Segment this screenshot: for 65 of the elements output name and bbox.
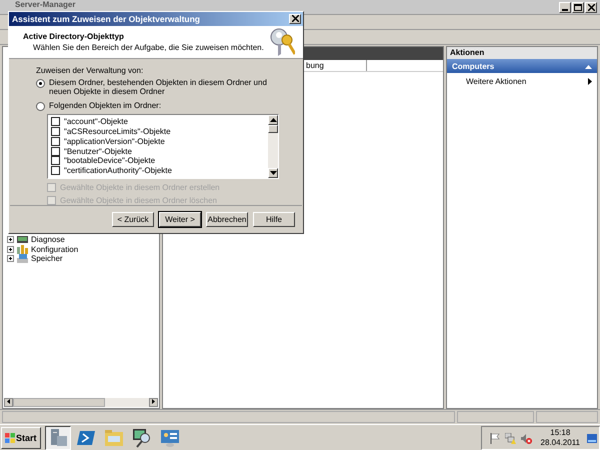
monitor-icon — [17, 235, 28, 244]
tools-icon — [17, 244, 28, 254]
radio-label[interactable]: Folgenden Objekten im Ordner: — [49, 100, 284, 110]
close-button[interactable] — [289, 14, 301, 24]
radio-button[interactable] — [36, 78, 45, 88]
wizard-button[interactable]: < Zurück — [112, 212, 154, 227]
wizard-button[interactable]: Hilfe — [253, 212, 295, 227]
submenu-arrow-icon — [588, 78, 592, 85]
windows-logo-icon — [5, 433, 15, 443]
list-item[interactable]: "Benutzer"-Objekte — [64, 146, 132, 156]
wizard-button[interactable]: Abbrechen — [206, 212, 248, 227]
tree-item[interactable]: Konfiguration — [31, 244, 78, 254]
control-panel-icon — [160, 428, 180, 448]
vertical-scrollbar[interactable] — [268, 114, 278, 178]
checkbox[interactable] — [51, 156, 60, 166]
powershell-icon — [76, 428, 96, 448]
taskbar-app-button[interactable] — [44, 426, 71, 450]
maximize-button[interactable] — [572, 2, 584, 13]
dialog-title: Assistent zum Zuweisen der Objektverwaltung — [12, 14, 200, 24]
down-arrow-icon — [270, 170, 276, 175]
collapse-icon[interactable] — [585, 64, 592, 68]
list-item[interactable]: "certificationAuthority"-Objekte — [64, 166, 172, 176]
folder-icon — [104, 428, 124, 448]
column-header[interactable]: bung — [306, 60, 367, 71]
magnifier-monitor-icon — [132, 428, 152, 448]
maximize-icon — [574, 4, 582, 11]
tree-item[interactable]: Diagnose — [31, 235, 65, 244]
wizard-button[interactable]: Weiter > — [159, 212, 201, 227]
expand-icon[interactable] — [7, 246, 14, 253]
show-desktop-icon[interactable] — [587, 434, 597, 442]
close-icon — [588, 4, 594, 11]
step-title: Active Directory-Objekttyp — [23, 32, 125, 41]
group-label: Zuweisen der Verwaltung von: — [36, 66, 144, 75]
flag-icon[interactable] — [490, 432, 500, 444]
start-button[interactable]: Start — [1, 427, 41, 449]
actions-title: Aktionen — [447, 47, 597, 59]
expand-icon[interactable] — [7, 236, 14, 244]
list-item[interactable]: "applicationVersion"-Objekte — [64, 136, 165, 146]
up-arrow-icon — [270, 118, 276, 122]
expand-icon[interactable] — [7, 255, 14, 262]
left-arrow-icon — [7, 399, 10, 404]
clock-date[interactable]: 28.04.2011 — [540, 438, 580, 448]
close-button[interactable] — [585, 2, 597, 13]
radio-label[interactable]: Diesem Ordner, bestehenden Objekten in diesem Ordner und neuen Objekte in diesem Ordner — [49, 78, 284, 96]
tree-item[interactable]: Speicher — [31, 254, 63, 264]
step-subtitle: Wählen Sie den Bereich der Aufgabe, die Sie zuweisen möchten. — [32, 42, 264, 52]
speaker-muted-icon[interactable] — [520, 432, 532, 444]
horizontal-scrollbar[interactable] — [4, 398, 158, 407]
checkbox[interactable] — [51, 136, 60, 146]
checkbox[interactable] — [51, 117, 60, 126]
list-item[interactable]: "bootableDevice"-Objekte — [64, 156, 156, 166]
checkbox[interactable] — [51, 126, 60, 136]
clock-time[interactable]: 15:18 — [550, 428, 570, 438]
radio-button[interactable] — [36, 102, 45, 111]
list-item[interactable]: "aCSResourceLimits"-Objekte — [64, 126, 171, 136]
storage-icon — [17, 254, 28, 264]
minimize-button[interactable] — [559, 2, 571, 13]
action-link[interactable]: Weitere Aktionen — [466, 77, 526, 86]
checkbox[interactable] — [51, 166, 60, 176]
actions-section-header[interactable]: Computers — [447, 59, 597, 73]
close-icon — [292, 15, 298, 22]
right-arrow-icon — [152, 399, 155, 404]
window-title: Server-Manager — [14, 0, 76, 10]
list-item[interactable]: "account"-Objekte — [64, 117, 128, 126]
checkbox[interactable] — [51, 146, 60, 156]
